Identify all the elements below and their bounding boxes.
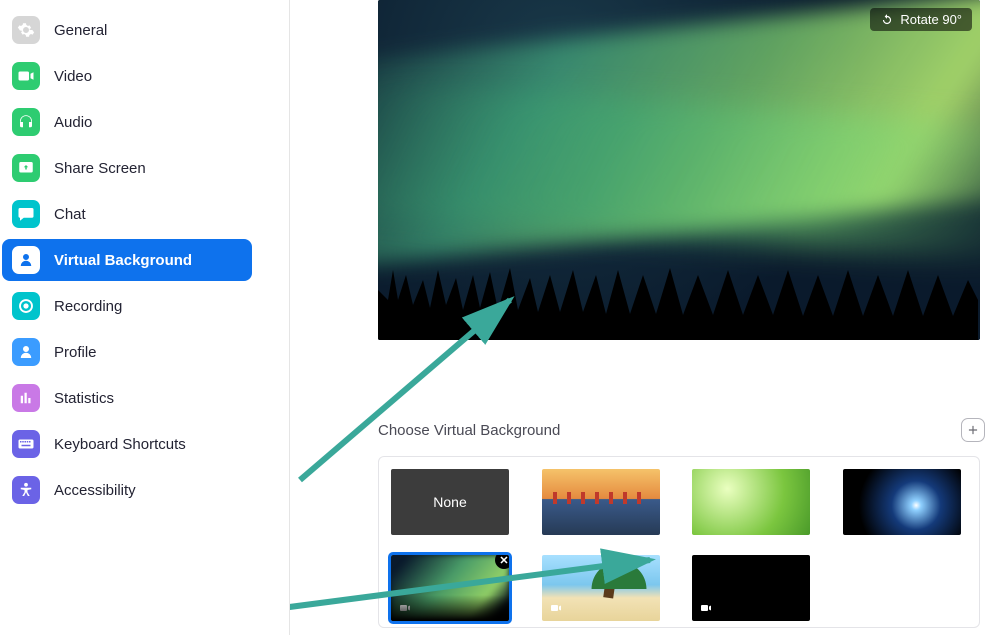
video-icon — [698, 601, 714, 617]
sidebar-item-accessibility[interactable]: Accessibility — [2, 469, 252, 511]
choose-background-title: Choose Virtual Background — [378, 422, 560, 439]
share-screen-icon — [12, 154, 40, 182]
sidebar-item-general[interactable]: General — [2, 9, 252, 51]
background-option-aurora[interactable]: ✕ — [391, 555, 509, 621]
sidebar-item-label: Profile — [54, 344, 97, 361]
settings-sidebar: General Video Audio Share Screen Chat — [0, 0, 290, 635]
sidebar-item-label: General — [54, 22, 107, 39]
background-option-bridge[interactable] — [542, 469, 660, 535]
sidebar-item-chat[interactable]: Chat — [2, 193, 252, 235]
sidebar-item-label: Accessibility — [54, 482, 136, 499]
sidebar-item-label: Statistics — [54, 390, 114, 407]
profile-icon — [12, 338, 40, 366]
sidebar-item-label: Virtual Background — [54, 252, 192, 269]
sidebar-item-label: Share Screen — [54, 160, 146, 177]
rotate-90-button[interactable]: Rotate 90° — [870, 8, 972, 31]
sidebar-item-label: Keyboard Shortcuts — [54, 436, 186, 453]
rotate-label: Rotate 90° — [900, 12, 962, 27]
video-icon — [12, 62, 40, 90]
sidebar-item-share-screen[interactable]: Share Screen — [2, 147, 252, 189]
video-icon — [548, 601, 564, 617]
sidebar-item-keyboard-shortcuts[interactable]: Keyboard Shortcuts — [2, 423, 252, 465]
stats-icon — [12, 384, 40, 412]
none-label: None — [433, 494, 466, 510]
sidebar-item-label: Recording — [54, 298, 122, 315]
keyboard-icon — [12, 430, 40, 458]
preview-treeline — [378, 220, 978, 340]
rotate-icon — [880, 13, 894, 27]
sidebar-item-statistics[interactable]: Statistics — [2, 377, 252, 419]
sidebar-item-profile[interactable]: Profile — [2, 331, 252, 373]
background-option-black[interactable] — [692, 555, 810, 621]
video-icon — [397, 601, 413, 617]
sidebar-item-label: Audio — [54, 114, 92, 131]
background-option-grass[interactable] — [692, 469, 810, 535]
sidebar-item-label: Chat — [54, 206, 86, 223]
headphones-icon — [12, 108, 40, 136]
accessibility-icon — [12, 476, 40, 504]
person-icon — [12, 246, 40, 274]
record-icon — [12, 292, 40, 320]
background-option-beach[interactable] — [542, 555, 660, 621]
chat-icon — [12, 200, 40, 228]
sidebar-item-video[interactable]: Video — [2, 55, 252, 97]
background-option-earth[interactable] — [843, 469, 961, 535]
remove-background-button[interactable]: ✕ — [495, 555, 509, 569]
plus-icon — [966, 423, 980, 437]
gear-icon — [12, 16, 40, 44]
sidebar-item-audio[interactable]: Audio — [2, 101, 252, 143]
background-preview: Rotate 90° — [378, 0, 980, 340]
add-background-button[interactable] — [961, 418, 985, 442]
background-gallery: None ✕ — [378, 456, 980, 628]
background-option-none[interactable]: None — [391, 469, 509, 535]
virtual-background-panel: Rotate 90° Choose Virtual Background Non… — [290, 0, 991, 635]
sidebar-item-label: Video — [54, 68, 92, 85]
sidebar-item-recording[interactable]: Recording — [2, 285, 252, 327]
sidebar-item-virtual-background[interactable]: Virtual Background — [2, 239, 252, 281]
